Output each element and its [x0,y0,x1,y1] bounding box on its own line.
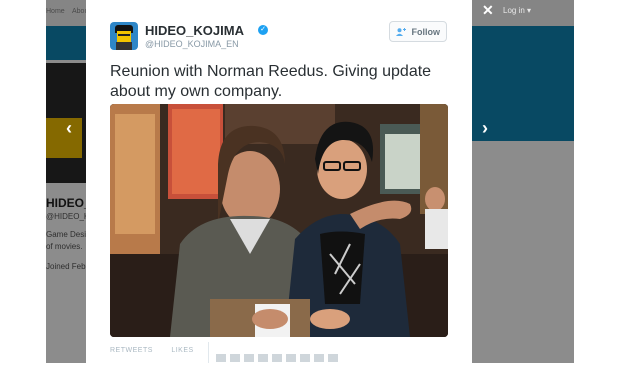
follow-label: Follow [411,27,441,37]
tweet-text: Reunion with Norman Reedus. Giving updat… [110,63,432,100]
tweet-modal: HIDEO_KOJIMA ✓ @HIDEO_KOJIMA_EN Follow R… [86,0,472,363]
user-handle[interactable]: @HIDEO_KOJIMA_EN [145,39,239,49]
previous-arrow-icon[interactable]: ‹ [66,118,72,139]
close-icon[interactable]: ✕ [482,2,494,19]
verified-badge-icon: ✓ [258,25,268,35]
engagement-divider [208,342,209,363]
login-link[interactable]: Log in ▾ [503,6,531,15]
add-user-icon [395,27,409,37]
follow-button[interactable]: Follow [389,21,447,42]
retweets-label[interactable]: RETWEETS [110,347,153,354]
right-margin [574,0,620,363]
tweet-photo[interactable] [110,104,448,337]
engagement-row: RETWEETS LIKES [110,347,210,354]
display-name[interactable]: HIDEO_KOJIMA [145,23,244,38]
liker-avatars[interactable] [216,349,342,367]
next-arrow-icon[interactable]: › [482,118,488,139]
user-avatar[interactable] [110,22,138,50]
left-margin [0,0,46,363]
likes-label[interactable]: LIKES [171,347,193,354]
